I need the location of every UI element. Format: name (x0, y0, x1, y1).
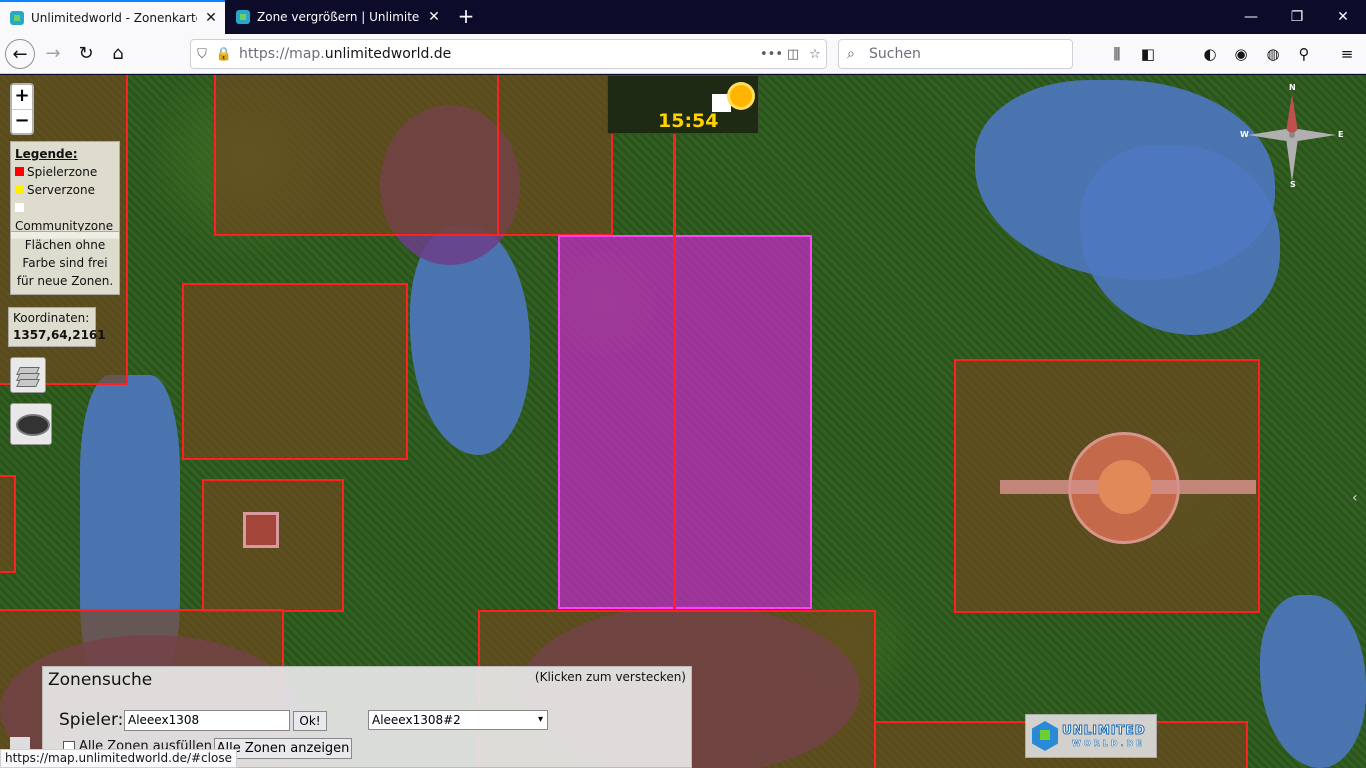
compass-e: E (1338, 130, 1344, 139)
url-prefix: https://map. (239, 46, 325, 62)
tab-zonenkarte[interactable]: Unlimitedworld - Zonenkarte ✕ (0, 0, 225, 34)
maximize-icon[interactable]: ❐ (1274, 0, 1320, 34)
back-button[interactable]: ← (5, 39, 35, 69)
legend-item-spielerzone: Spielerzone (15, 163, 115, 181)
legend-label: Spielerzone (27, 165, 98, 179)
player-zone[interactable] (0, 475, 16, 573)
chevron-down-icon: ▾ (537, 714, 543, 725)
player-zone[interactable] (182, 283, 408, 460)
navigation-toolbar: ← → ↻ ⌂ ⛉ 🔒 https://map.unlimitedworld.d… (0, 34, 1366, 74)
extension-color-icon[interactable]: ◍ (1259, 39, 1287, 69)
sun-icon (730, 85, 752, 107)
layers-icon (16, 379, 40, 387)
cube-logo-icon (1032, 721, 1058, 751)
white-swatch (15, 203, 24, 212)
close-tab-icon[interactable]: ✕ (420, 9, 448, 25)
logo-line2: WORLD.DE (1072, 739, 1145, 749)
extension-pin-icon[interactable]: ⚲ (1290, 39, 1318, 69)
search-placeholder: Suchen (869, 46, 921, 62)
pocket-icon[interactable]: ◫ (782, 47, 804, 62)
zoom-in-button[interactable]: + (12, 85, 32, 109)
compass-n: N (1289, 83, 1296, 92)
player-zone[interactable] (497, 75, 613, 236)
legend-item-serverzone: Serverzone (15, 181, 115, 199)
unlimitedworld-logo[interactable]: UNLIMITED WORLD.DE (1025, 714, 1157, 758)
daytime-clock: 15:54 (607, 75, 759, 134)
menu-icon[interactable]: ≡ (1333, 39, 1361, 69)
reload-button[interactable]: ↻ (71, 39, 101, 69)
compass-rose-icon (1248, 94, 1336, 182)
minimize-icon[interactable]: — (1228, 0, 1274, 34)
red-swatch (15, 167, 24, 176)
legend: Legende: Spielerzone Serverzone Communit… (10, 141, 120, 239)
logo-line1: UNLIMITED (1062, 723, 1146, 738)
search-icon: ⌕ (847, 46, 855, 62)
yellow-swatch (15, 185, 24, 194)
close-window-icon[interactable]: ✕ (1320, 0, 1366, 34)
zone-search-title: Zonensuche (48, 670, 153, 690)
lock-icon[interactable]: 🔒 (213, 47, 235, 62)
player-label: Spieler: (59, 710, 124, 730)
legend-title: Legende: (15, 147, 78, 161)
legend-label: Serverzone (27, 183, 95, 197)
zoom-control: + − (10, 83, 34, 135)
page-actions-icon[interactable]: ••• (760, 47, 783, 62)
tab-zone-vergroessern[interactable]: Zone vergrößern | Unlimitedwo ✕ (226, 0, 448, 34)
forward-button[interactable]: → (38, 39, 68, 69)
zone-select[interactable]: Aleeex1308#2 ▾ (368, 710, 548, 730)
compass-toggle-button[interactable] (10, 403, 52, 445)
free-area-info: Flächen ohne Farbe sind frei für neue Zo… (10, 231, 120, 295)
tab-strip: Unlimitedworld - Zonenkarte ✕ Zone vergr… (0, 0, 1366, 34)
layers-button[interactable] (10, 357, 46, 393)
selected-zone[interactable] (558, 235, 812, 609)
compass-rose: N E S W (1240, 82, 1344, 192)
sidebar-icon[interactable]: ◧ (1134, 39, 1162, 69)
extension-icon[interactable]: ◐ (1196, 39, 1224, 69)
coordinates-display: Koordinaten: 1357,64,2161 (8, 307, 106, 347)
compass-w: W (1240, 130, 1249, 139)
water-area (1260, 595, 1366, 768)
bookmark-star-icon[interactable]: ☆ (804, 47, 826, 62)
unlimitedworld-favicon-icon (10, 11, 24, 25)
ok-button[interactable]: Ok! (293, 711, 327, 731)
new-tab-button[interactable]: + (452, 0, 480, 34)
url-bar[interactable]: ⛉ 🔒 https://map.unlimitedworld.de ••• ◫ … (190, 39, 827, 69)
player-zone[interactable] (214, 75, 499, 236)
search-input[interactable]: ⌕ Suchen (838, 39, 1073, 69)
structure (243, 512, 279, 548)
url-domain: unlimitedworld.de (324, 46, 452, 62)
home-button[interactable]: ⌂ (103, 39, 133, 69)
coordinates-label: Koordinaten: (13, 311, 90, 325)
clock-time: 15:54 (658, 110, 719, 132)
close-tab-icon[interactable]: ✕ (197, 10, 225, 26)
account-icon[interactable]: ◉ (1227, 39, 1255, 69)
hide-panel-link[interactable]: (Klicken zum verstecken) (535, 670, 686, 684)
tab-title: Zone vergrößern | Unlimitedwo (257, 10, 420, 24)
library-icon[interactable]: ⫼ (1103, 39, 1131, 69)
legend-item-communityzone: Communityzone (15, 199, 115, 235)
shield-icon[interactable]: ⛉ (191, 47, 213, 62)
player-input[interactable]: Aleeex1308 (124, 710, 290, 731)
plaza-center (1098, 460, 1152, 514)
unlimitedworld-favicon-icon (236, 10, 250, 24)
zone-border-line (673, 235, 676, 609)
url-text[interactable]: https://map.unlimitedworld.de (235, 46, 760, 62)
edit-icon[interactable] (10, 737, 30, 749)
zoom-out-button[interactable]: − (12, 109, 32, 133)
tab-title: Unlimitedworld - Zonenkarte (31, 11, 197, 25)
compass-s: S (1290, 180, 1296, 189)
zone-map[interactable]: ‹ (0, 75, 1366, 768)
coordinates-value: 1357,64,2161 (13, 328, 106, 342)
status-bar-url: https://map.unlimitedworld.de/#close (0, 749, 237, 768)
chevron-left-icon[interactable]: ‹ (1352, 490, 1358, 506)
zone-select-value: Aleeex1308#2 (372, 713, 461, 727)
